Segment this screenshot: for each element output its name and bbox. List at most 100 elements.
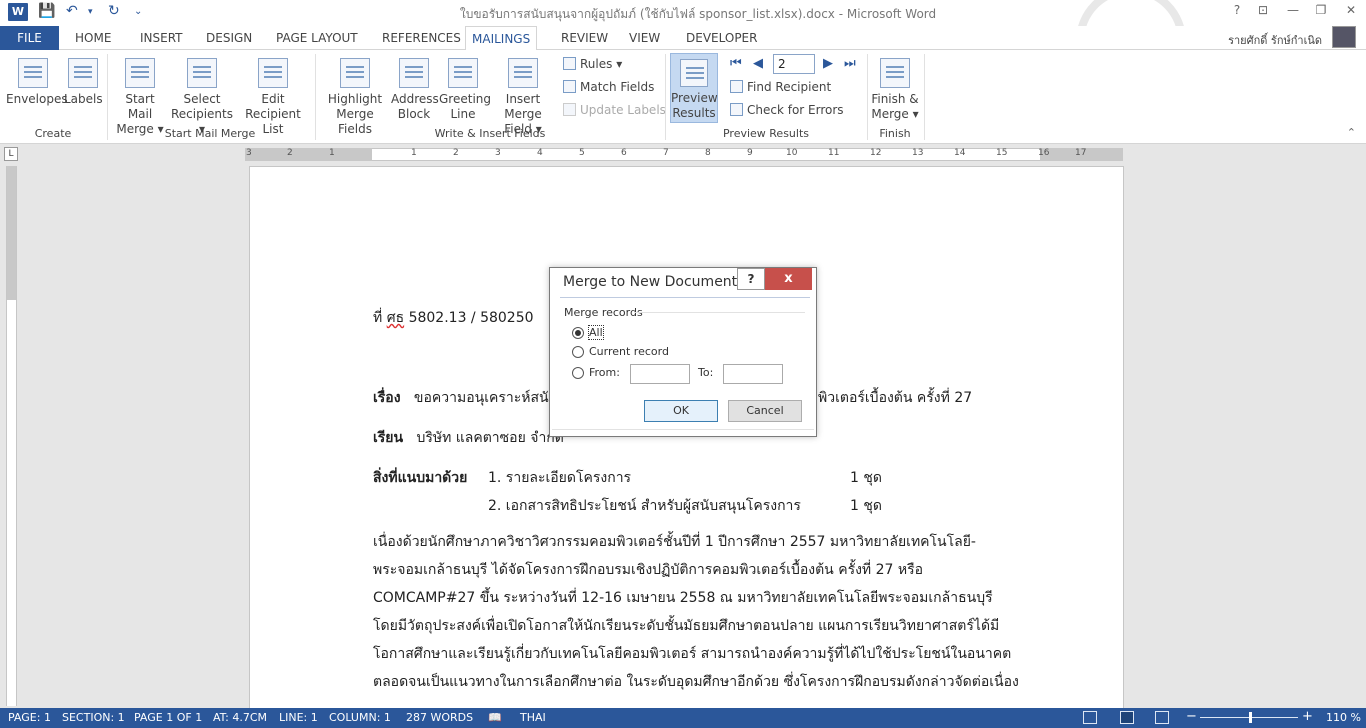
tab-view[interactable]: VIEW <box>623 26 666 50</box>
user-name[interactable]: รายศักดิ์ รักษ์กำเนิด <box>1228 31 1322 49</box>
zoom-slider-thumb[interactable] <box>1249 712 1252 723</box>
update-labels-button[interactable]: Update Labels <box>563 103 666 117</box>
ribbon-separator <box>867 54 868 140</box>
body-line: โอกาสศึกษาและเรียนรู้เกี่ยวกับเทคโนโลยีค… <box>373 646 1012 662</box>
help-button[interactable]: ? <box>1224 3 1250 17</box>
tab-file[interactable]: FILE <box>0 26 59 50</box>
ribbon-display-options-button[interactable]: ⊡ <box>1250 3 1276 17</box>
close-window-button[interactable]: ✕ <box>1338 3 1364 17</box>
check-for-errors-button[interactable]: Check for Errors <box>730 103 844 117</box>
start-mail-merge-button[interactable]: Start Mail Merge ▾ <box>112 58 168 137</box>
find-recipient-icon <box>730 80 743 93</box>
all-radio[interactable] <box>572 327 584 339</box>
read-mode-icon[interactable] <box>1083 711 1097 724</box>
body-line: พระจอมเกล้าธนบุรี ได้จัดโครงการฝึกอบรมเช… <box>373 562 924 578</box>
rules-button[interactable]: Rules ▾ <box>563 57 622 71</box>
address-block-label-2: Block <box>397 107 431 121</box>
dialog-help-button[interactable]: ? <box>737 268 765 290</box>
select-recipients-button[interactable]: Select Recipients ▾ <box>170 58 234 137</box>
match-fields-label: Match Fields <box>580 80 655 94</box>
first-record-icon[interactable]: ⏮ <box>730 56 742 71</box>
reference-number: 5802.13 / 580250 <box>408 310 534 326</box>
tab-selector-icon[interactable]: L <box>4 147 18 161</box>
dialog-close-button[interactable]: x <box>765 268 812 290</box>
dialog-title: Merge to New Document <box>563 274 738 290</box>
to-label: To: <box>698 366 714 379</box>
minimize-button[interactable]: — <box>1280 3 1306 17</box>
greeting-line-button[interactable]: Greeting Line <box>439 58 491 122</box>
find-recipient-label: Find Recipient <box>747 80 832 94</box>
ruler-number: 14 <box>954 148 966 158</box>
address-block-button[interactable]: Address Block <box>391 58 439 122</box>
tab-home[interactable]: HOME <box>69 26 117 50</box>
ruler-number: 1 <box>411 148 417 158</box>
horizontal-ruler[interactable]: L 3 2 1 1 2 3 4 5 6 7 8 9 10 11 12 13 14… <box>0 144 1366 164</box>
highlight-merge-fields-icon <box>340 58 370 88</box>
status-page[interactable]: PAGE: 1 <box>8 711 51 724</box>
ribbon-separator <box>315 54 316 140</box>
envelopes-button[interactable]: Envelopes <box>6 58 68 107</box>
ruler-number: 17 <box>1075 148 1087 158</box>
zoom-in-button[interactable]: + <box>1302 709 1313 724</box>
tab-developer[interactable]: DEVELOPER <box>680 26 763 50</box>
preview-results-button[interactable]: Preview Results <box>670 53 718 123</box>
envelopes-label: Envelopes <box>6 92 68 106</box>
status-bar: PAGE: 1 SECTION: 1 PAGE 1 OF 1 AT: 4.7CM… <box>0 708 1366 728</box>
find-recipient-button[interactable]: Find Recipient <box>730 80 831 94</box>
address-block-label-1: Address <box>391 92 439 106</box>
all-radio-label[interactable]: All <box>588 325 604 340</box>
ruler-number: 1 <box>329 148 335 158</box>
zoom-level[interactable]: 110 % <box>1326 711 1361 724</box>
match-fields-button[interactable]: Match Fields <box>563 80 654 94</box>
last-record-icon[interactable]: ⏭ <box>844 56 856 71</box>
tab-references[interactable]: REFERENCES <box>376 26 467 50</box>
print-layout-icon[interactable] <box>1120 711 1134 724</box>
web-layout-icon[interactable] <box>1155 711 1169 724</box>
avatar[interactable] <box>1332 26 1356 48</box>
status-section[interactable]: SECTION: 1 <box>62 711 125 724</box>
status-page-of[interactable]: PAGE 1 OF 1 <box>134 711 202 724</box>
proofing-icon[interactable]: 📖 <box>488 711 502 724</box>
current-record-radio-label[interactable]: Current record <box>589 345 669 358</box>
insert-merge-field-icon <box>508 58 538 88</box>
tab-design[interactable]: DESIGN <box>200 26 258 50</box>
greeting-line-label-2: Line <box>450 107 476 121</box>
status-at[interactable]: AT: 4.7CM <box>213 711 267 724</box>
group-preview-results-label: Preview Results <box>722 127 810 140</box>
to-input[interactable] <box>723 364 783 384</box>
from-radio-label[interactable]: From: <box>589 366 620 379</box>
labels-button[interactable]: Labels <box>64 58 103 107</box>
cancel-button[interactable]: Cancel <box>728 400 802 422</box>
ok-button[interactable]: OK <box>644 400 718 422</box>
highlight-merge-fields-label-1: Highlight <box>327 92 383 106</box>
subject-line: เรื่อง ขอความอนุเคราะห์สนั <box>373 387 549 409</box>
status-language[interactable]: THAI <box>520 711 546 724</box>
address-block-icon <box>399 58 429 88</box>
collapse-ribbon-icon[interactable]: ⌃ <box>1347 126 1356 139</box>
zoom-out-button[interactable]: − <box>1186 709 1197 724</box>
from-input[interactable] <box>630 364 690 384</box>
tab-mailings[interactable]: MAILINGS <box>465 26 538 51</box>
finish-merge-button[interactable]: Finish & Merge ▾ <box>870 58 920 122</box>
to-line: เรียน บริษัท แลคตาซอย จำกัด <box>373 427 564 449</box>
preview-results-icon <box>680 59 708 87</box>
from-radio[interactable] <box>572 367 584 379</box>
restore-button[interactable]: ❐ <box>1308 3 1334 17</box>
tab-page-layout[interactable]: PAGE LAYOUT <box>270 26 364 50</box>
status-column[interactable]: COLUMN: 1 <box>329 711 391 724</box>
previous-record-icon[interactable]: ◀ <box>753 56 763 71</box>
current-record-radio[interactable] <box>572 346 584 358</box>
tab-insert[interactable]: INSERT <box>134 26 189 50</box>
next-record-icon[interactable]: ▶ <box>823 56 833 71</box>
status-line[interactable]: LINE: 1 <box>279 711 318 724</box>
edit-recipient-list-button[interactable]: Edit Recipient List <box>236 58 310 137</box>
highlight-merge-fields-button[interactable]: Highlight Merge Fields <box>320 58 390 137</box>
dialog-bottom-divider <box>552 429 814 430</box>
record-number-input[interactable] <box>773 54 815 74</box>
document-page[interactable]: ที่ ศธ 5802.13 / 580250 เรื่อง ขอความอนุ… <box>249 166 1124 708</box>
vertical-ruler[interactable] <box>6 166 17 706</box>
status-word-count[interactable]: 287 WORDS <box>406 711 473 724</box>
tab-review[interactable]: REVIEW <box>555 26 614 50</box>
insert-merge-field-button[interactable]: Insert Merge Field ▾ <box>488 58 558 137</box>
ruler-number: 12 <box>870 148 882 158</box>
